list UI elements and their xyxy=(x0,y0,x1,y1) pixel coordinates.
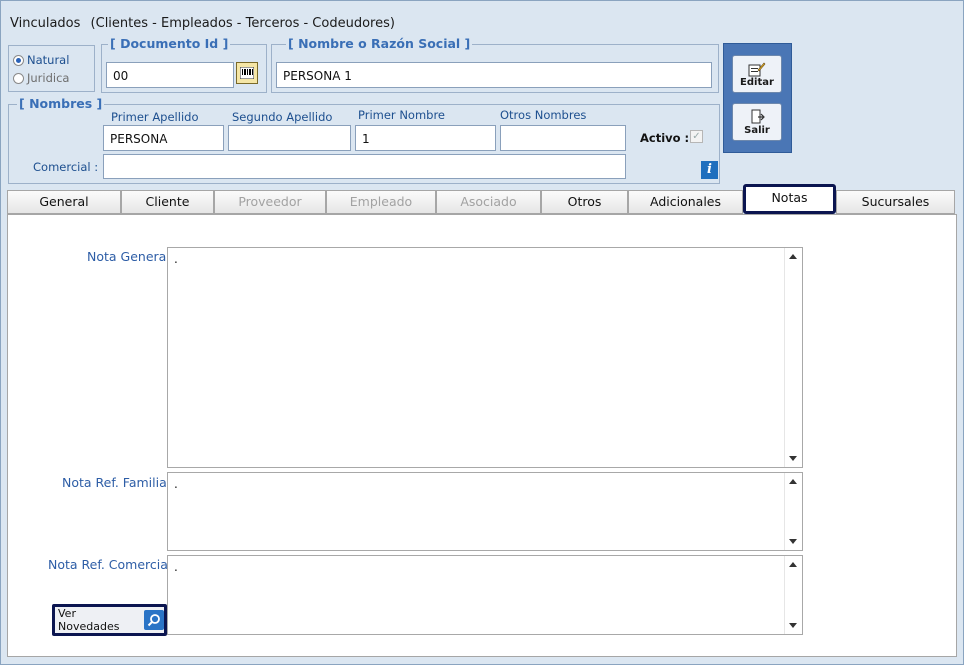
nota-familiar-text: . xyxy=(174,477,178,491)
nota-general-scrollbar[interactable] xyxy=(784,248,802,467)
comercial-input[interactable] xyxy=(103,154,626,179)
exit-door-icon xyxy=(751,109,765,123)
tab-bar: General Cliente Proveedor Empleado Asoci… xyxy=(7,184,955,216)
salir-button[interactable]: Salir xyxy=(732,103,782,141)
primer-nombre-input[interactable]: 1 xyxy=(355,125,496,151)
primer-nombre-label: Primer Nombre xyxy=(358,108,446,122)
nombre-input[interactable]: PERSONA 1 xyxy=(276,62,712,88)
editar-label: Editar xyxy=(740,76,774,88)
scroll-up-icon[interactable] xyxy=(789,562,797,567)
segundo-apellido-label: Segundo Apellido xyxy=(232,110,333,124)
documento-legend: [ Documento Id ] xyxy=(108,36,231,51)
ver-novedades-button[interactable]: Ver Novedades xyxy=(52,604,167,636)
nota-comercial-text: . xyxy=(174,560,178,574)
nota-comercial-textarea[interactable]: . xyxy=(167,555,803,635)
tab-otros[interactable]: Otros xyxy=(541,190,628,214)
otros-nombres-label: Otros Nombres xyxy=(500,108,587,122)
radio-natural-label: Natural xyxy=(27,53,70,67)
nota-comercial-label: Nota Ref. Comercial xyxy=(48,557,172,572)
subtitle-text: (Clientes - Empleados - Terceros - Codeu… xyxy=(90,16,395,31)
scroll-down-icon[interactable] xyxy=(789,539,797,544)
tab-proveedor[interactable]: Proveedor xyxy=(214,190,326,214)
action-button-panel: Editar Salir xyxy=(723,43,792,153)
nota-comercial-scrollbar[interactable] xyxy=(784,556,802,634)
tab-empleado[interactable]: Empleado xyxy=(326,190,436,214)
radio-natural-dot[interactable] xyxy=(13,54,24,66)
primer-apellido-label: Primer Apellido xyxy=(111,110,199,124)
title-text: Vinculados xyxy=(10,16,81,31)
primer-apellido-input[interactable]: PERSONA xyxy=(103,125,224,151)
ver-novedades-label: Ver Novedades xyxy=(58,607,120,633)
nombre-legend: [ Nombre o Razón Social ] xyxy=(286,36,473,51)
activo-label: Activo : xyxy=(640,131,690,145)
scroll-down-icon[interactable] xyxy=(789,623,797,628)
edit-icon xyxy=(748,62,766,76)
tab-sucursales[interactable]: Sucursales xyxy=(836,190,955,214)
nota-general-label: Nota General xyxy=(87,249,170,264)
tab-notas[interactable]: Notas xyxy=(743,184,836,214)
editar-button[interactable]: Editar xyxy=(732,55,782,93)
barcode-icon[interactable] xyxy=(236,62,258,84)
info-icon[interactable]: i xyxy=(701,161,718,179)
comercial-label: Comercial : xyxy=(33,160,99,174)
nota-familiar-scrollbar[interactable] xyxy=(784,473,802,550)
tab-asociado[interactable]: Asociado xyxy=(436,190,541,214)
magnifier-icon xyxy=(144,610,164,630)
nota-familiar-label: Nota Ref. Familiar xyxy=(62,475,172,490)
vinculados-window: Vinculados (Clientes - Empleados - Terce… xyxy=(0,0,964,665)
person-type-group: Natural Juridica xyxy=(8,45,95,92)
window-title: Vinculados (Clientes - Empleados - Terce… xyxy=(10,16,401,31)
radio-natural[interactable]: Natural xyxy=(13,53,69,67)
activo-checkbox[interactable]: ✓ xyxy=(690,130,703,143)
documento-input[interactable]: 00 xyxy=(106,62,234,88)
tab-cliente[interactable]: Cliente xyxy=(121,190,214,214)
tab-adicionales[interactable]: Adicionales xyxy=(628,190,743,214)
nota-general-text: . xyxy=(174,252,178,266)
nota-familiar-textarea[interactable]: . xyxy=(167,472,803,551)
salir-label: Salir xyxy=(744,124,770,136)
radio-juridica-dot[interactable] xyxy=(13,72,24,84)
scroll-down-icon[interactable] xyxy=(789,456,797,461)
segundo-apellido-input[interactable] xyxy=(228,125,351,151)
radio-juridica-label: Juridica xyxy=(27,71,70,85)
nota-general-textarea[interactable]: . xyxy=(167,247,803,468)
tab-general[interactable]: General xyxy=(7,190,121,214)
scroll-up-icon[interactable] xyxy=(789,254,797,259)
scroll-up-icon[interactable] xyxy=(789,479,797,484)
radio-juridica[interactable]: Juridica xyxy=(13,71,69,85)
otros-nombres-input[interactable] xyxy=(500,125,626,151)
nombres-legend: [ Nombres ] xyxy=(17,96,105,111)
